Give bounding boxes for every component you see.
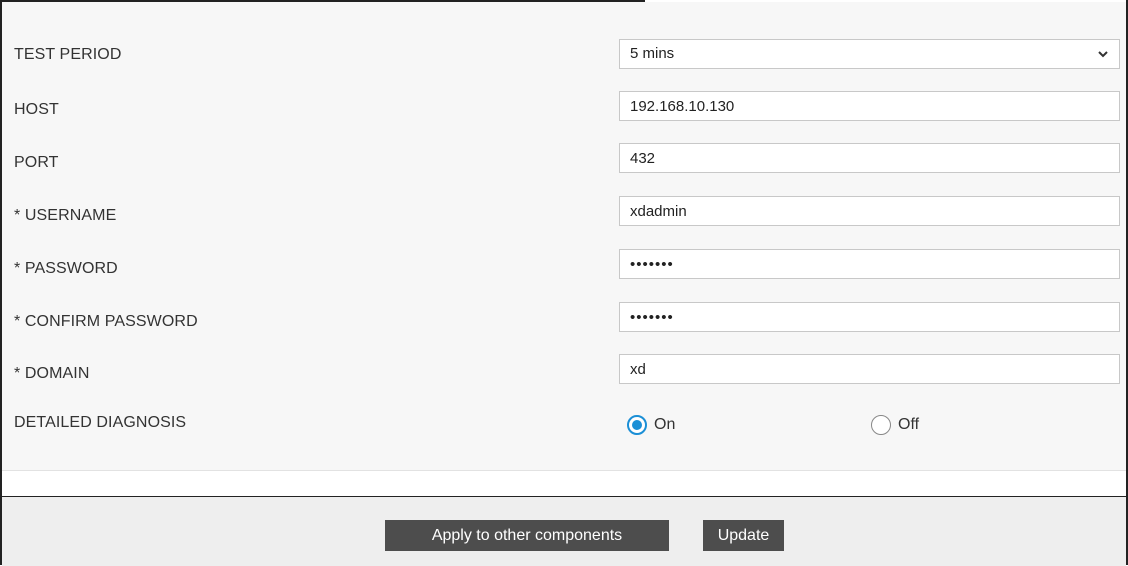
password-label: * PASSWORD [14,260,118,277]
diagnosis-on-option[interactable]: On [627,412,675,438]
username-label: * USERNAME [14,207,117,224]
domain-label: * DOMAIN [14,365,90,382]
port-label: PORT [14,154,59,171]
test-period-select[interactable]: 5 mins [619,39,1120,69]
button-bar: Apply to other components Update [2,496,1126,566]
username-input[interactable] [619,196,1120,226]
spacer [2,471,1126,496]
chevron-down-icon [1098,51,1108,58]
confirm-password-input[interactable] [619,302,1120,332]
test-period-label: TEST PERIOD [14,46,122,63]
radio-on-label: On [654,416,676,433]
detailed-diagnosis-label: DETAILED DIAGNOSIS [14,414,187,431]
host-label: HOST [14,101,59,118]
configuration-form: TEST PERIOD 5 mins HOST PORT * USERNAME … [2,2,1126,471]
test-period-value: 5 mins [630,45,675,62]
port-input[interactable] [619,143,1120,173]
confirm-password-label: * CONFIRM PASSWORD [14,313,198,330]
domain-input[interactable] [619,354,1120,384]
diagnosis-off-option[interactable]: Off [871,412,919,438]
radio-off[interactable] [871,415,891,435]
host-input[interactable] [619,91,1120,121]
radio-off-label: Off [898,416,920,433]
radio-on[interactable] [627,415,647,435]
password-input[interactable] [619,249,1120,279]
apply-to-other-components-button[interactable]: Apply to other components [385,520,669,551]
update-button[interactable]: Update [703,520,784,551]
